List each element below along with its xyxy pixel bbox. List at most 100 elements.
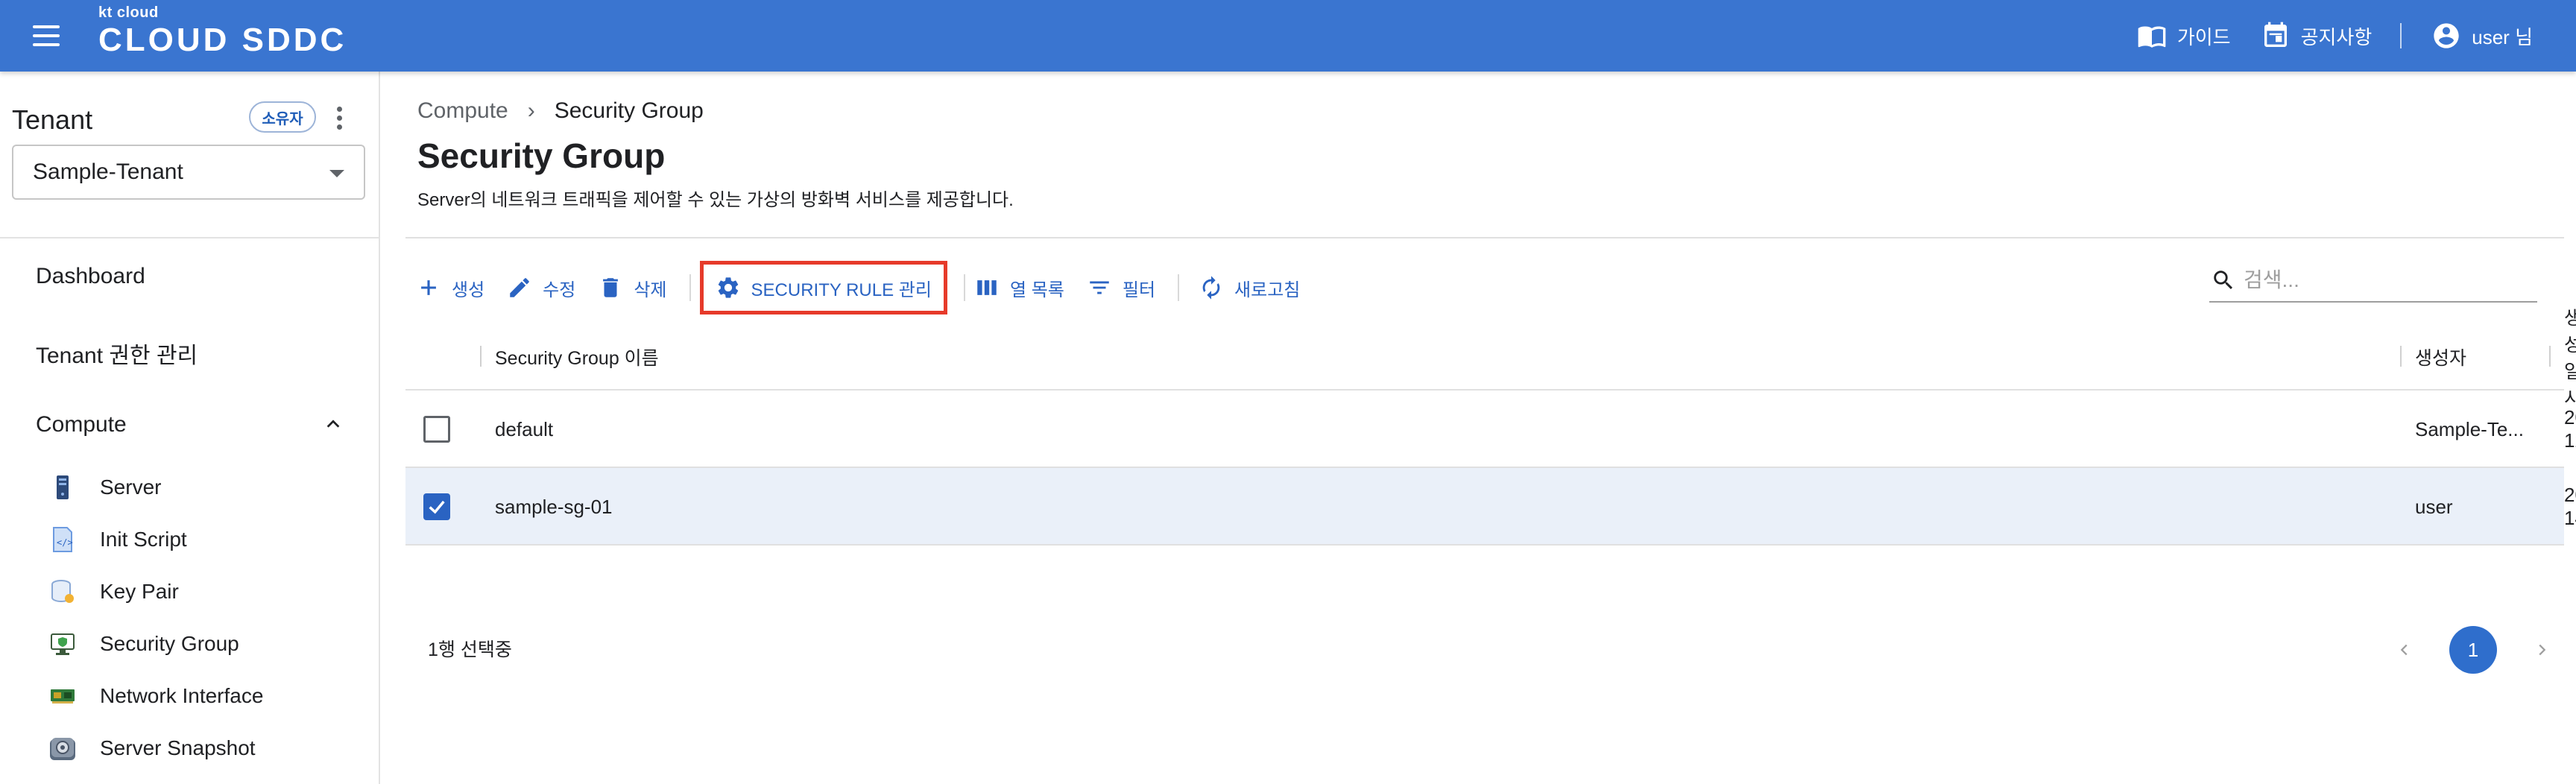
columns-button[interactable]: 열 목록: [974, 267, 1064, 309]
server-icon: [48, 472, 78, 502]
sidebar-item-label: Server: [100, 475, 162, 499]
logo-small-text: kt cloud: [98, 4, 159, 21]
app-logo[interactable]: kt cloud CLOUD SDDC: [98, 4, 347, 58]
cell-creator: Sample-Te...: [2415, 417, 2524, 440]
breadcrumb-current: Security Group: [554, 98, 704, 123]
column-header-creator[interactable]: 생성자: [2415, 323, 2466, 391]
security-group-table: Security Group 이름 생성자 생성일시 default Sampl…: [405, 308, 2576, 546]
sidebar-item-label: Init Script: [100, 528, 187, 551]
row-checkbox[interactable]: [423, 416, 450, 443]
svg-text:</>: </>: [57, 537, 73, 548]
cell-name: default: [495, 417, 554, 440]
tenant-title: Tenant: [12, 104, 93, 135]
filter-button[interactable]: 필터: [1087, 267, 1155, 309]
selected-count: 1행 선택중: [428, 639, 512, 660]
sidebar-group-compute[interactable]: Compute: [36, 410, 349, 440]
page-title: Security Group: [417, 136, 666, 175]
main-content: Compute › Security Group Security Group …: [382, 72, 2576, 784]
sidebar-item-key-pair[interactable]: Key Pair: [48, 577, 179, 607]
notice-label: 공지사항: [2300, 25, 2373, 48]
create-button-label: 생성: [452, 279, 485, 300]
column-header-name[interactable]: Security Group 이름: [495, 323, 659, 391]
edit-button[interactable]: 수정: [507, 267, 575, 309]
refresh-icon: [1202, 276, 1220, 300]
sidebar-group-compute-label: Compute: [36, 412, 127, 437]
security-group-icon: [48, 629, 78, 659]
calendar-icon: [2264, 22, 2287, 48]
toolbar-divider: [1178, 274, 1180, 301]
search-box: [2209, 259, 2537, 303]
pagination: 1: [2390, 626, 2557, 674]
sidebar: Tenant 소유자 Sample-Tenant Dashboard Tenan…: [0, 72, 380, 784]
filter-icon: [1090, 281, 1109, 294]
sidebar-item-label: Server Snapshot: [100, 736, 256, 759]
breadcrumb-chevron-icon: ›: [527, 98, 535, 123]
sidebar-item-server[interactable]: Server: [48, 472, 161, 502]
sidebar-divider: [0, 237, 379, 238]
dropdown-caret-icon: [329, 170, 344, 177]
table-footer: 1행 선택중 1: [405, 616, 2564, 675]
view-column-icon: [977, 280, 997, 295]
column-header-created[interactable]: 생성일시: [2564, 308, 2576, 409]
table-row[interactable]: default Sample-Te... 2023/08/23 12:56:34: [405, 391, 2576, 468]
security-rule-button[interactable]: SECURITY RULE 관리: [699, 261, 947, 314]
refresh-button[interactable]: 새로고침: [1199, 267, 1300, 309]
breadcrumb-compute[interactable]: Compute: [417, 98, 508, 124]
tenant-select[interactable]: Sample-Tenant: [12, 145, 365, 200]
next-page-button[interactable]: [2527, 635, 2557, 665]
row-checkbox[interactable]: [423, 493, 450, 520]
column-divider: [2549, 346, 2551, 367]
columns-button-label: 열 목록: [1009, 279, 1064, 300]
edit-button-label: 수정: [543, 279, 576, 300]
menu-icon[interactable]: [31, 22, 61, 49]
cell-creator: user: [2415, 495, 2453, 518]
filter-button-label: 필터: [1122, 279, 1156, 300]
book-icon: [2138, 26, 2166, 48]
chevron-up-icon: [326, 420, 340, 428]
cell-name: sample-sg-01: [495, 495, 613, 518]
plus-icon: [421, 280, 436, 295]
page-description: Server의 네트워크 트래픽을 제어할 수 있는 가상의 방화벽 서비스를 …: [417, 190, 1014, 210]
more-vert-icon[interactable]: [332, 104, 347, 131]
user-menu[interactable]: user 님: [2431, 21, 2533, 51]
key-pair-icon: [48, 577, 78, 607]
create-button[interactable]: 생성: [416, 267, 484, 309]
sidebar-item-security-group[interactable]: Security Group: [48, 629, 239, 659]
toolbar-divider: [963, 274, 965, 301]
owner-badge: 소유자: [249, 101, 316, 133]
logo-main-text: CLOUD SDDC: [98, 22, 347, 58]
app-header: kt cloud CLOUD SDDC 가이드 공지사항 user 님: [0, 0, 2576, 72]
sidebar-item-dashboard[interactable]: Dashboard: [36, 264, 145, 289]
toolbar: 생성 수정 삭제 SECURITY RULE 관리 열 목록 필터 새로고침: [416, 261, 1322, 314]
table-row[interactable]: sample-sg-01 user 2023/08/23 14:07:26: [405, 468, 2576, 546]
gear-icon: [718, 277, 738, 298]
user-label: user 님: [2472, 25, 2533, 48]
sidebar-item-init-script[interactable]: </> Init Script: [48, 525, 187, 554]
guide-link[interactable]: 가이드: [2137, 21, 2231, 51]
prev-page-button[interactable]: [2390, 635, 2419, 665]
page-button-current[interactable]: 1: [2449, 626, 2497, 674]
notice-link[interactable]: 공지사항: [2261, 21, 2373, 51]
table-header: Security Group 이름 생성자 생성일시: [405, 308, 2576, 409]
snapshot-icon: [48, 733, 78, 763]
search-icon: [2214, 271, 2233, 290]
tenant-select-value: Sample-Tenant: [33, 159, 183, 184]
search-input[interactable]: [2244, 268, 2527, 292]
sidebar-item-network-interface[interactable]: Network Interface: [48, 681, 263, 711]
sidebar-item-label: Network Interface: [100, 684, 264, 707]
header-actions: 가이드 공지사항 user 님: [2107, 19, 2533, 52]
chevron-left-icon: [2400, 644, 2408, 656]
check-icon: [429, 500, 445, 514]
cell-created: 2023/08/23 14:07:26: [2564, 484, 2576, 529]
sidebar-item-server-snapshot[interactable]: Server Snapshot: [48, 733, 256, 763]
column-divider: [2400, 346, 2402, 367]
sidebar-item-label: Security Group: [100, 632, 239, 655]
account-circle-icon: [2434, 23, 2459, 48]
sidebar-item-tenant-auth[interactable]: Tenant 권한 관리: [36, 337, 198, 370]
security-rule-button-label: SECURITY RULE 관리: [751, 279, 932, 300]
script-icon: </>: [48, 525, 78, 554]
delete-button[interactable]: 삭제: [598, 267, 667, 309]
header-divider: [2400, 23, 2402, 48]
trash-icon: [603, 278, 619, 297]
content-divider: [405, 237, 2564, 238]
